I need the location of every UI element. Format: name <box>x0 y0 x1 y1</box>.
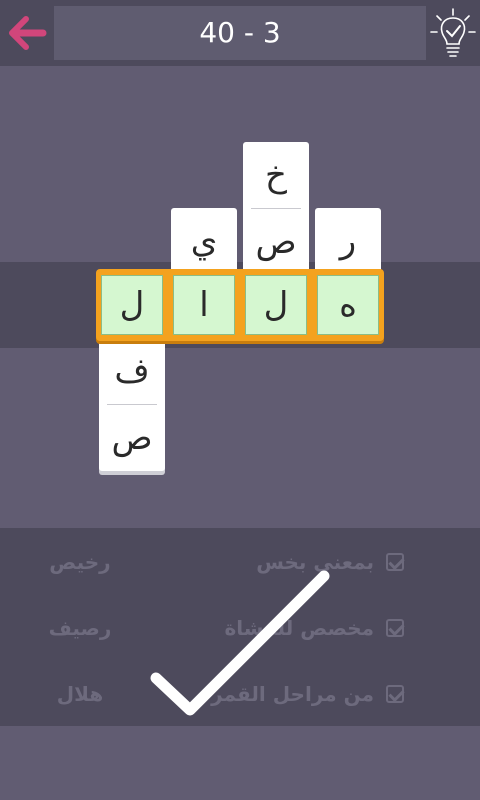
checkbox-icon <box>386 553 404 571</box>
arrow-left-icon <box>9 16 47 50</box>
letter-tile: ص <box>111 418 153 458</box>
letter-tile: خ <box>265 155 287 195</box>
clue-answer: رخيص <box>49 550 111 574</box>
checkbox-icon <box>386 619 404 637</box>
letter-tile: ص <box>255 222 297 262</box>
answer-tile[interactable]: ل <box>245 275 307 335</box>
answer-tile[interactable]: ل <box>101 275 163 335</box>
clue-answer: رصيف <box>48 616 112 640</box>
checkbox-icon <box>386 685 404 703</box>
clue-answer: هلال <box>56 682 104 706</box>
hint-button[interactable] <box>428 6 478 60</box>
success-check-icon <box>150 570 330 716</box>
letter-tile: ف <box>114 351 150 391</box>
level-indicator: 40 - 3 <box>54 6 426 60</box>
lightbulb-check-icon <box>430 8 476 57</box>
letter-tile: ر <box>339 221 357 261</box>
answer-tile[interactable]: ا <box>173 275 235 335</box>
answer-tile[interactable]: ه <box>317 275 379 335</box>
back-button[interactable] <box>8 14 48 54</box>
letter-tile: ي <box>190 221 218 261</box>
answer-row: ل ا ل ه <box>96 269 384 341</box>
